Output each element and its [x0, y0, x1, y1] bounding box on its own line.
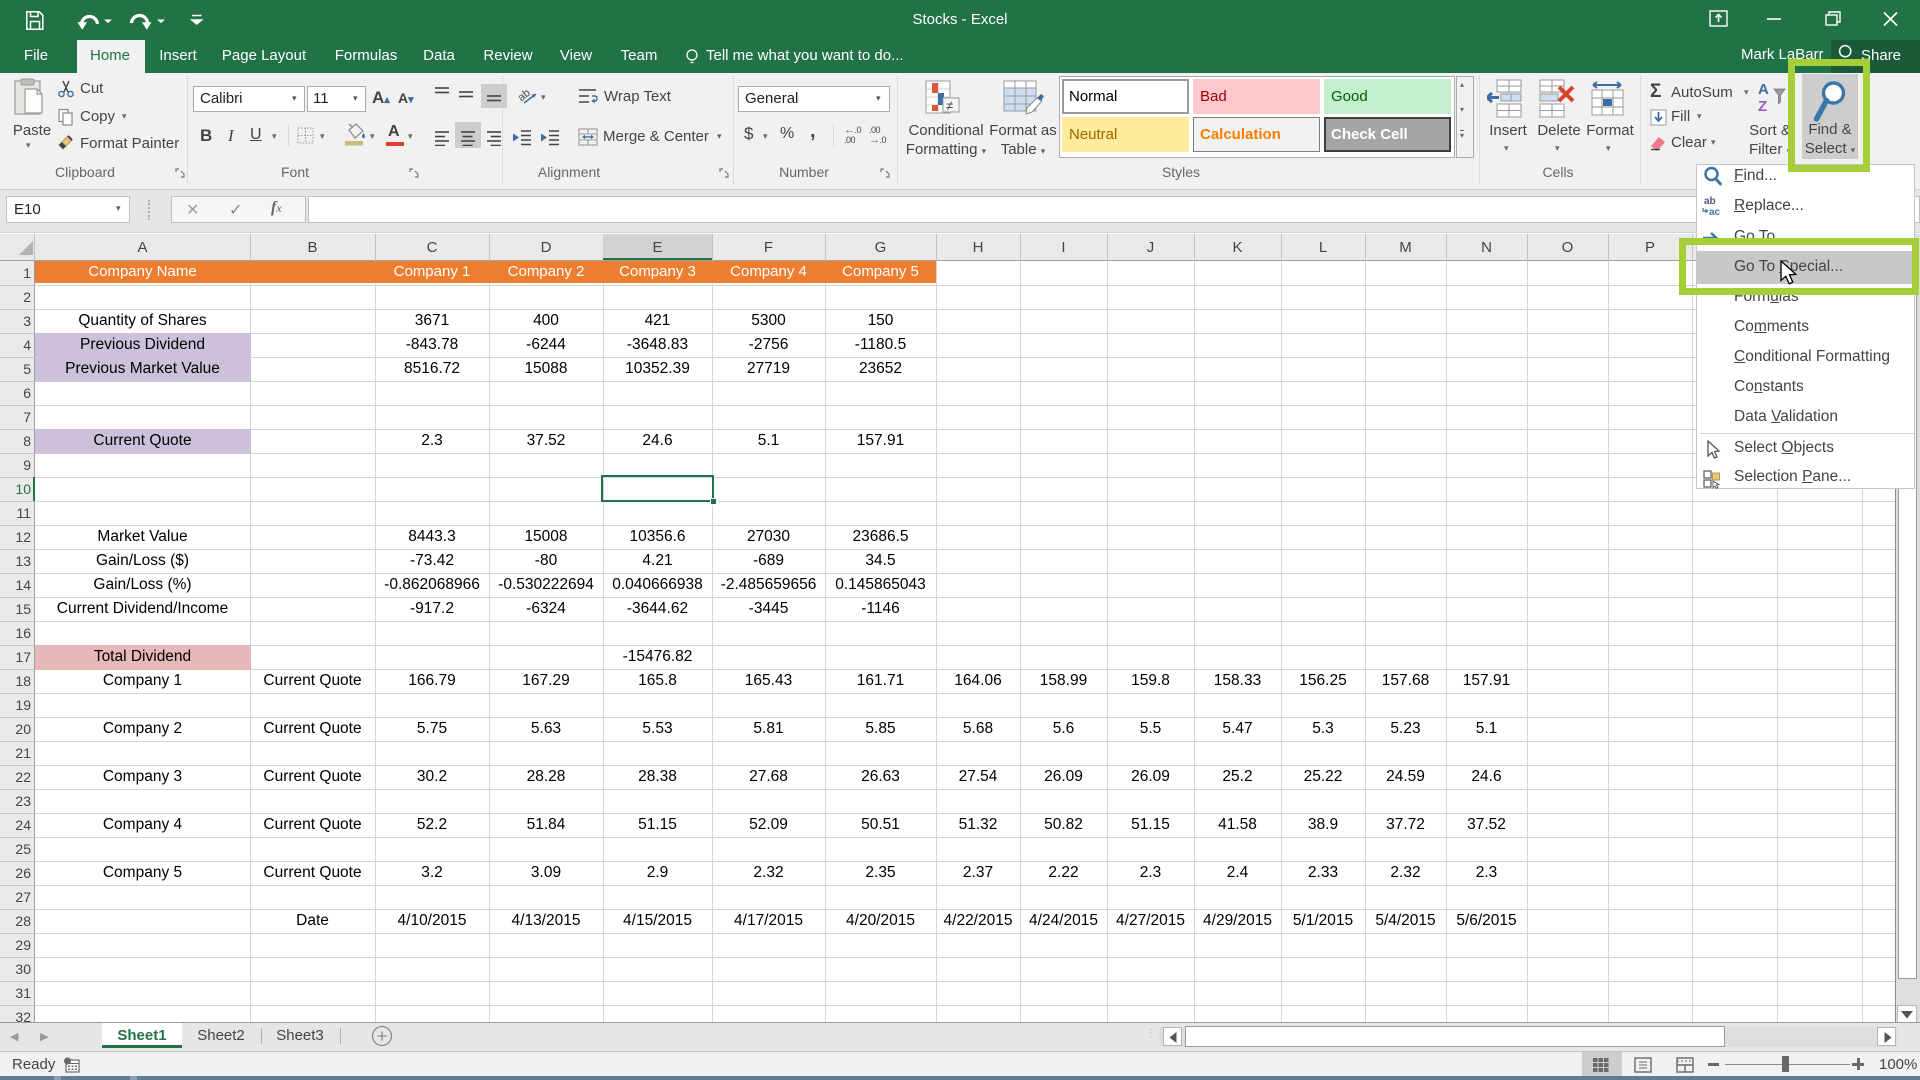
svg-text:A: A	[1758, 81, 1769, 98]
svg-text:Z: Z	[1758, 98, 1767, 115]
svg-text:ac: ac	[1709, 207, 1721, 217]
svg-text:≠: ≠	[946, 98, 953, 113]
svg-text:ab: ab	[1704, 196, 1716, 207]
